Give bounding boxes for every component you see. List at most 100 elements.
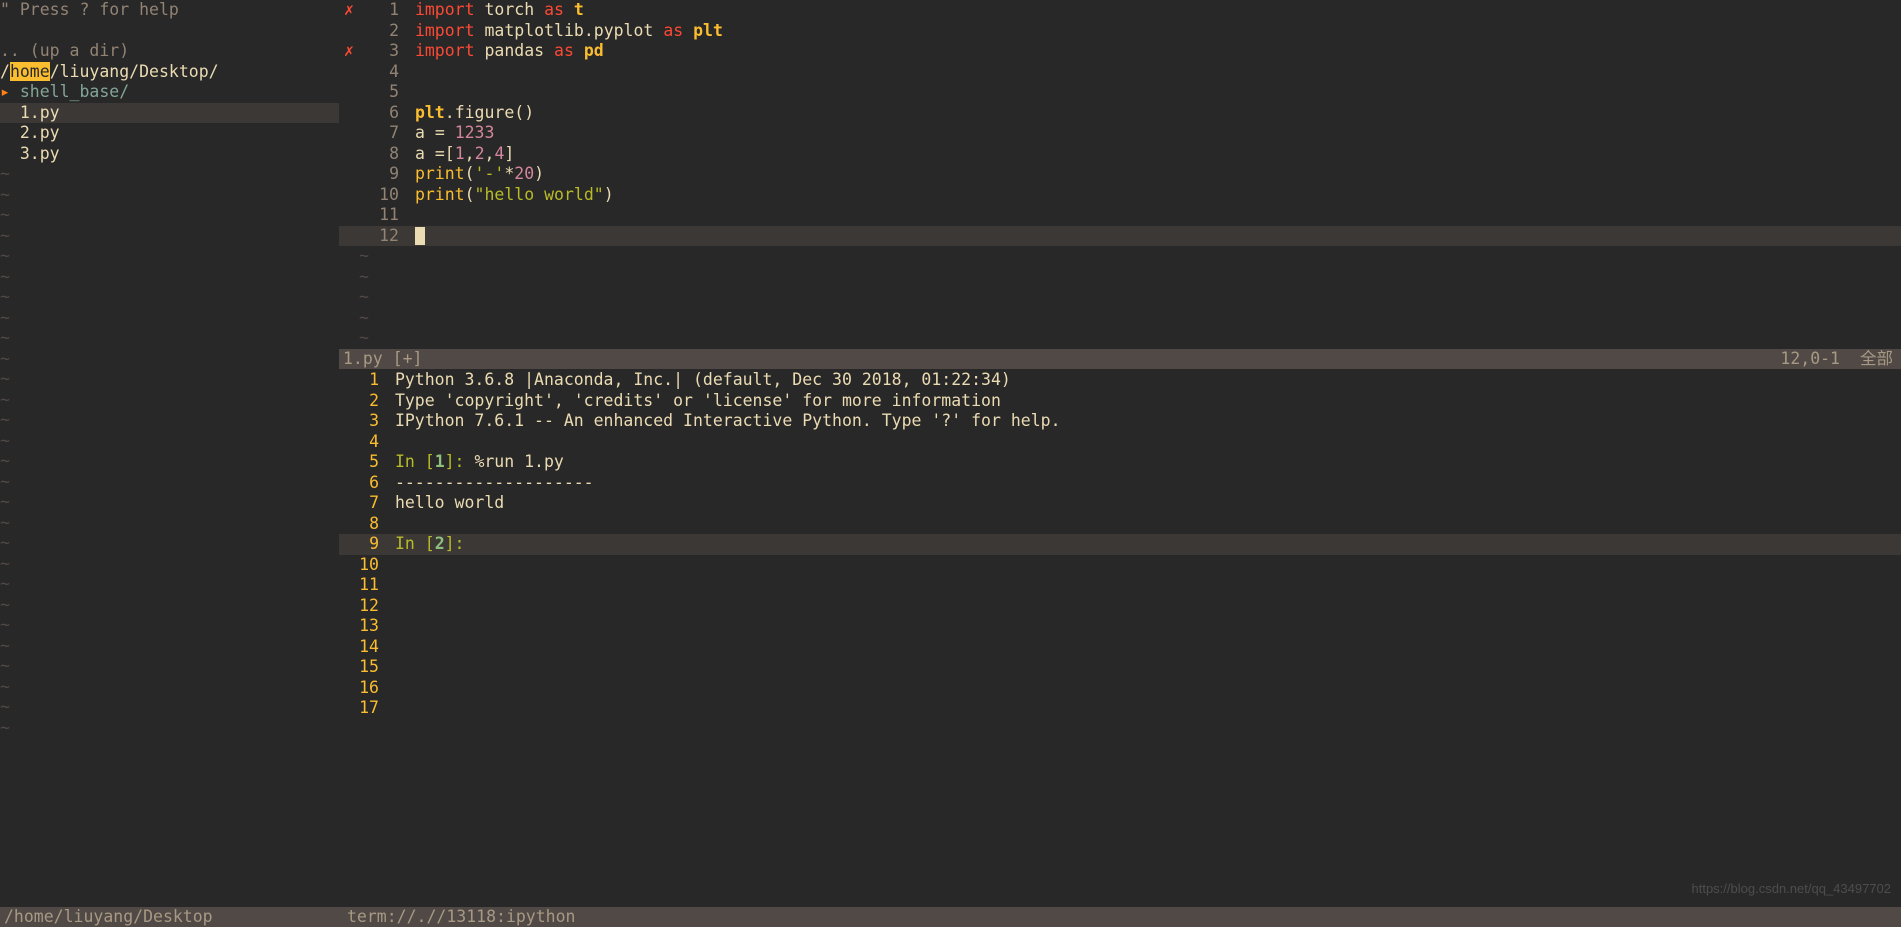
tilde: ~ xyxy=(0,287,339,308)
line-number: 6 xyxy=(339,473,385,494)
spacer xyxy=(0,21,339,42)
sign-column xyxy=(339,226,359,247)
tilde: ~ xyxy=(0,697,339,718)
term-line-13[interactable]: 13 xyxy=(339,616,1901,637)
tilde: ~ xyxy=(0,390,339,411)
term-line-14[interactable]: 14 xyxy=(339,637,1901,658)
status-percent: 全部 xyxy=(1860,349,1901,370)
term-line-1[interactable]: 1 Python 3.6.8 |Anaconda, Inc.| (default… xyxy=(339,370,1901,391)
nerdtree-root-path[interactable]: /home/liuyang/Desktop/ xyxy=(0,62,339,83)
code-line-8[interactable]: 8 a =[1,2,4] xyxy=(339,144,1901,165)
code-line-2[interactable]: 2 import matplotlib.pyplot as plt xyxy=(339,21,1901,42)
term-line-15[interactable]: 15 xyxy=(339,657,1901,678)
term-line-10[interactable]: 10 xyxy=(339,555,1901,576)
nerdtree-help: " Press ? for help xyxy=(0,0,339,21)
tilde: ~ xyxy=(0,451,339,472)
line-number: 15 xyxy=(339,657,385,678)
nerdtree-file-1-py[interactable]: 1.py xyxy=(0,103,339,124)
sign-column: ✗ xyxy=(339,41,359,62)
sign-column xyxy=(339,164,359,185)
bottom-statusline: /home/liuyang/Desktop term://.//13118:ip… xyxy=(0,907,1901,927)
term-line-11[interactable]: 11 xyxy=(339,575,1901,596)
sign-column xyxy=(339,144,359,165)
line-number: 9 xyxy=(339,534,385,555)
nerdtree-pane[interactable]: " Press ? for help .. (up a dir) /home/l… xyxy=(0,0,339,927)
tilde: ~ xyxy=(0,677,339,698)
term-line-17[interactable]: 17 xyxy=(339,698,1901,719)
code-line-1[interactable]: ✗1 import torch as t xyxy=(339,0,1901,21)
tilde: ~ xyxy=(339,287,1901,308)
sign-column xyxy=(339,21,359,42)
path-home-segment: home xyxy=(10,62,50,81)
line-number: 3 xyxy=(339,411,385,432)
term-line-2[interactable]: 2 Type 'copyright', 'credits' or 'licens… xyxy=(339,391,1901,412)
tilde: ~ xyxy=(0,205,339,226)
line-number: 11 xyxy=(359,205,405,226)
tilde: ~ xyxy=(0,308,339,329)
tilde: ~ xyxy=(0,164,339,185)
bottom-term: term://.//13118:ipython xyxy=(343,907,579,927)
status-position: 12,0-1 xyxy=(1780,349,1860,370)
tilde: ~ xyxy=(339,246,1901,267)
tilde: ~ xyxy=(0,369,339,390)
tilde: ~ xyxy=(0,492,339,513)
nerdtree-updir[interactable]: .. (up a dir) xyxy=(0,41,339,62)
line-number: 14 xyxy=(339,637,385,658)
line-number: 1 xyxy=(359,0,405,21)
nerdtree-file-3-py[interactable]: 3.py xyxy=(0,144,339,165)
term-line-5[interactable]: 5 In [1]: %run 1.py xyxy=(339,452,1901,473)
tilde: ~ xyxy=(0,533,339,554)
sign-column xyxy=(339,205,359,226)
nerdtree-file-2-py[interactable]: 2.py xyxy=(0,123,339,144)
code-line-10[interactable]: 10 print("hello world") xyxy=(339,185,1901,206)
sign-column xyxy=(339,82,359,103)
sign-column xyxy=(339,103,359,124)
term-line-12[interactable]: 12 xyxy=(339,596,1901,617)
sign-column xyxy=(339,123,359,144)
tilde: ~ xyxy=(0,226,339,247)
tilde: ~ xyxy=(0,513,339,534)
term-line-6[interactable]: 6 -------------------- xyxy=(339,473,1901,494)
tilde: ~ xyxy=(0,595,339,616)
term-line-16[interactable]: 16 xyxy=(339,678,1901,699)
right-column: ✗1 import torch as t 2 import matplotlib… xyxy=(339,0,1901,927)
line-number: 7 xyxy=(359,123,405,144)
term-line-3[interactable]: 3 IPython 7.6.1 -- An enhanced Interacti… xyxy=(339,411,1901,432)
tilde: ~ xyxy=(0,574,339,595)
chevron-right-icon: ▸ xyxy=(0,82,10,101)
code-line-12[interactable]: 12 xyxy=(339,226,1901,247)
line-number: 11 xyxy=(339,575,385,596)
code-line-4[interactable]: 4 xyxy=(339,62,1901,83)
bottom-path: /home/liuyang/Desktop xyxy=(0,907,343,927)
tilde: ~ xyxy=(0,246,339,267)
code-line-5[interactable]: 5 xyxy=(339,82,1901,103)
tilde: ~ xyxy=(339,308,1901,329)
sign-column xyxy=(339,62,359,83)
tilde: ~ xyxy=(0,267,339,288)
term-line-9[interactable]: 9 In [2]: xyxy=(339,534,1901,555)
line-number: 4 xyxy=(359,62,405,83)
line-number: 13 xyxy=(339,616,385,637)
code-line-9[interactable]: 9 print('-'*20) xyxy=(339,164,1901,185)
term-line-4[interactable]: 4 xyxy=(339,432,1901,453)
line-number: 4 xyxy=(339,432,385,453)
line-number: 16 xyxy=(339,678,385,699)
code-line-6[interactable]: 6 plt.figure() xyxy=(339,103,1901,124)
vim-root: " Press ? for help .. (up a dir) /home/l… xyxy=(0,0,1901,927)
code-line-11[interactable]: 11 xyxy=(339,205,1901,226)
code-line-7[interactable]: 7 a = 1233 xyxy=(339,123,1901,144)
tilde: ~ xyxy=(0,472,339,493)
terminal-pane[interactable]: 1 Python 3.6.8 |Anaconda, Inc.| (default… xyxy=(339,370,1901,927)
code-line-3[interactable]: ✗3 import pandas as pd xyxy=(339,41,1901,62)
line-number: 6 xyxy=(359,103,405,124)
editor-pane[interactable]: ✗1 import torch as t 2 import matplotlib… xyxy=(339,0,1901,370)
line-number: 10 xyxy=(339,555,385,576)
tilde: ~ xyxy=(0,431,339,452)
line-number: 8 xyxy=(359,144,405,165)
line-number: 1 xyxy=(339,370,385,391)
line-number: 10 xyxy=(359,185,405,206)
term-line-8[interactable]: 8 xyxy=(339,514,1901,535)
line-number: 5 xyxy=(339,452,385,473)
nerdtree-dir-shell-base[interactable]: ▸ shell_base/ xyxy=(0,82,339,103)
term-line-7[interactable]: 7 hello world xyxy=(339,493,1901,514)
